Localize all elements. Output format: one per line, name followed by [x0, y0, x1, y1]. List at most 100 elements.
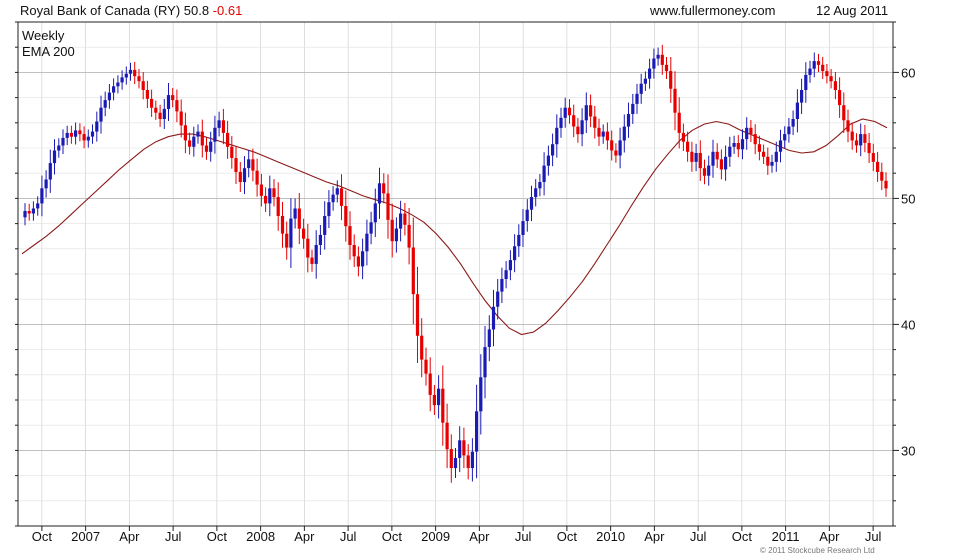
candle-body [133, 69, 137, 77]
x-tick-label: 2011 [772, 529, 800, 544]
candle-body [466, 455, 470, 468]
candle-body [365, 233, 369, 252]
candle-body [618, 140, 622, 156]
candle-body [458, 440, 462, 458]
candle-body [302, 228, 306, 239]
candle-body [812, 61, 816, 69]
candle-body [462, 440, 466, 456]
candle-body [234, 158, 238, 172]
candle-body [753, 134, 757, 145]
candle-body [179, 111, 183, 126]
candle-body [82, 134, 86, 141]
candle-body [694, 153, 698, 162]
candle-body [728, 146, 732, 157]
candle-body [339, 188, 344, 206]
candle-body [732, 143, 736, 147]
candle-body [614, 150, 618, 156]
candle-body [605, 131, 609, 141]
candle-body [664, 64, 669, 72]
candle-body [660, 54, 664, 65]
x-tick-label: Jul [690, 529, 707, 544]
candle-body [529, 197, 534, 210]
candle-body [778, 140, 783, 152]
candle-body [601, 131, 605, 137]
candle-body [318, 234, 322, 245]
candle-body [90, 131, 95, 137]
x-tick-label: 2007 [71, 529, 100, 544]
candle-body [593, 116, 597, 128]
candle-body [171, 95, 175, 101]
x-tick-label: Oct [382, 529, 403, 544]
candle-body [242, 168, 247, 183]
x-tick-label: 2008 [246, 529, 275, 544]
candle-body [867, 143, 871, 154]
candle-body [251, 159, 255, 171]
candle-body [542, 165, 546, 182]
candle-body [656, 54, 660, 59]
candle-body [555, 127, 559, 145]
candle-body [344, 206, 348, 227]
candle-body [373, 203, 377, 223]
candle-body [610, 140, 614, 151]
candle-body [424, 359, 428, 374]
candle-body [48, 163, 52, 180]
candle-body [335, 188, 339, 195]
candle-body [783, 134, 787, 141]
candle-body [289, 218, 293, 248]
candle-body [652, 58, 656, 69]
candle-body [95, 121, 99, 132]
candle-body [719, 159, 723, 170]
candle-body [255, 170, 259, 185]
candle-body [259, 184, 263, 196]
candle-body [559, 117, 563, 128]
candle-body [707, 165, 711, 176]
candle-body [795, 102, 799, 119]
candle-body [141, 81, 145, 90]
candle-body [69, 132, 73, 137]
candle-body [293, 208, 297, 219]
candle-body [483, 347, 487, 378]
candle-body [740, 139, 745, 150]
x-tick-label: Apr [644, 529, 665, 544]
candle-body [639, 83, 643, 94]
candlestick-chart: Oct 2007 Apr Jul Oct 2008 Apr Jul Oct 2009 Apr Jul O… [15, 21, 915, 544]
candle-body [546, 155, 550, 166]
candle-body [686, 141, 690, 152]
candle-body [453, 458, 458, 469]
candle-body [842, 105, 846, 121]
candle-body [61, 137, 65, 146]
candle-body [128, 69, 133, 74]
candle-body [356, 256, 360, 267]
candle-body [833, 81, 837, 90]
candle-body [711, 151, 715, 166]
candle-body [415, 294, 420, 336]
candle-body [65, 132, 69, 138]
x-tick-label: Apr [119, 529, 140, 544]
candle-body [479, 377, 483, 412]
candle-body [411, 247, 415, 295]
candle-body [120, 77, 124, 83]
candle-body [162, 108, 166, 119]
candle-body [217, 120, 221, 128]
candle-body [702, 168, 707, 176]
candle-body [40, 188, 44, 204]
candle-body [534, 188, 538, 198]
candle-body [800, 90, 804, 103]
candle-body [99, 107, 103, 122]
candle-body [757, 144, 761, 152]
candle-body [103, 100, 107, 108]
candle-body [572, 115, 576, 127]
candle-body [500, 279, 504, 292]
candle-body [829, 76, 833, 82]
candle-body [567, 107, 572, 116]
candle-body [399, 213, 403, 229]
candle-body [584, 105, 588, 121]
candle-body [306, 238, 310, 258]
candle-body [200, 131, 204, 146]
candle-body [196, 131, 200, 137]
candle-body [698, 153, 702, 169]
candle-body [314, 245, 318, 264]
candle-body [816, 61, 821, 65]
candle-body [441, 388, 445, 423]
x-tick-label: Jul [165, 529, 182, 544]
